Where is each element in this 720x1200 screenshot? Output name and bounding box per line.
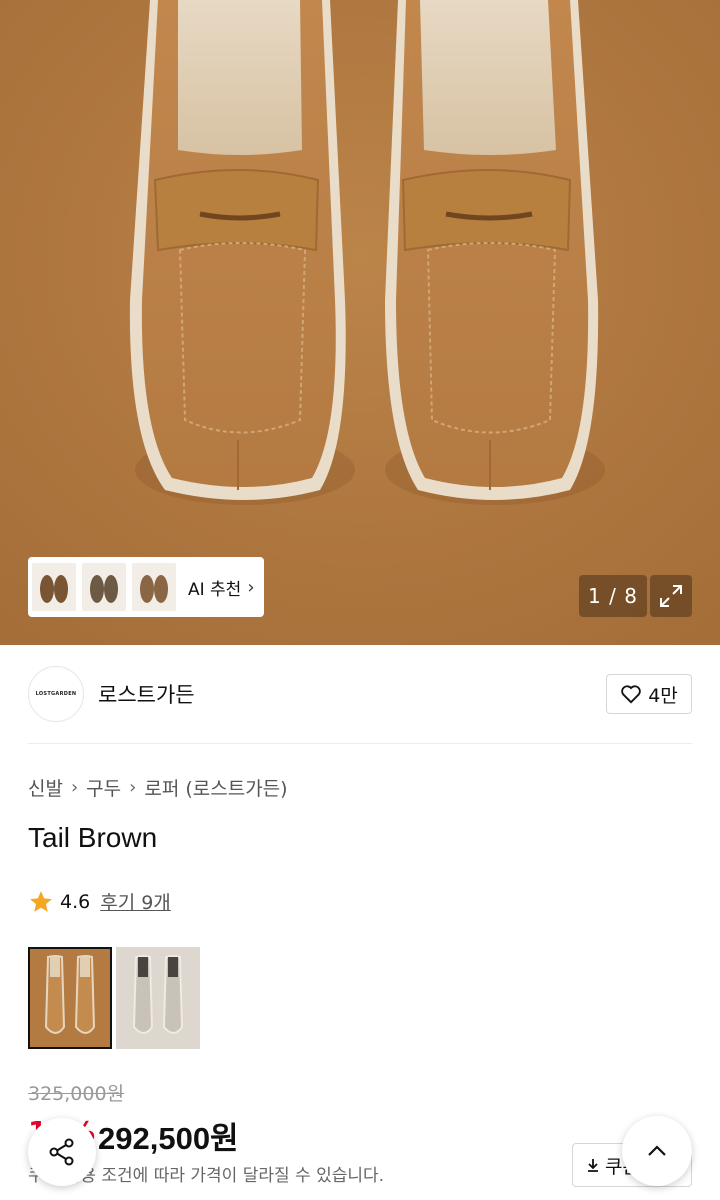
chevron-right-icon: › [247,576,255,598]
share-icon [49,1138,74,1166]
ai-thumb-3 [132,563,176,611]
like-button[interactable]: 4만 [606,674,692,714]
brand-name[interactable]: 로스트가든 [98,679,195,709]
like-count: 4만 [648,684,678,707]
product-title: Tail Brown [28,822,158,853]
chevron-right-icon: › [129,777,137,798]
color-option-tail-brown[interactable] [28,947,112,1049]
breadcrumb-item-shoes[interactable]: 신발 [28,774,63,801]
product-image-gallery[interactable]: AI 추천 › 1 / 8 [0,0,720,645]
brand-row: LOSTGARDEN 로스트가든 4만 [28,666,692,722]
ai-recommend-label: AI 추천 [188,579,242,600]
ai-thumb-1 [32,563,76,611]
breadcrumb: 신발 › 구두 › 로퍼 (로스트가든) [28,774,288,801]
ai-recommend-label-wrap: AI 추천 › [188,575,255,600]
brand-logo[interactable]: LOSTGARDEN [28,666,84,722]
divider [28,743,692,744]
ai-recommend-chip[interactable]: AI 추천 › [28,557,264,617]
original-price: 325,000원 [28,1083,125,1105]
share-button[interactable] [28,1118,96,1186]
color-options [28,947,200,1049]
scroll-top-button[interactable] [622,1116,692,1186]
expand-button[interactable] [650,575,692,617]
breadcrumb-item-loafer[interactable]: 로퍼 (로스트가든) [144,774,287,801]
breadcrumb-item-dress-shoes[interactable]: 구두 [86,774,121,801]
expand-icon [660,585,682,607]
brand-logo-text: LOSTGARDEN [35,691,77,697]
image-counter: 1 / 8 [579,575,647,617]
star-icon [30,890,52,912]
heart-icon [621,685,641,704]
download-icon [588,1159,598,1172]
color-option-grey[interactable] [116,947,200,1049]
chevron-up-icon [648,1145,666,1156]
rating-value: 4.6 [60,890,91,913]
rating-row: 4.6 후기 9개 [28,888,171,915]
ai-thumb-2 [82,563,126,611]
reviews-link[interactable]: 후기 9개 [100,888,171,915]
product-image [0,0,720,645]
sale-price: 292,500원 [98,1121,239,1156]
chevron-right-icon: › [70,777,79,798]
